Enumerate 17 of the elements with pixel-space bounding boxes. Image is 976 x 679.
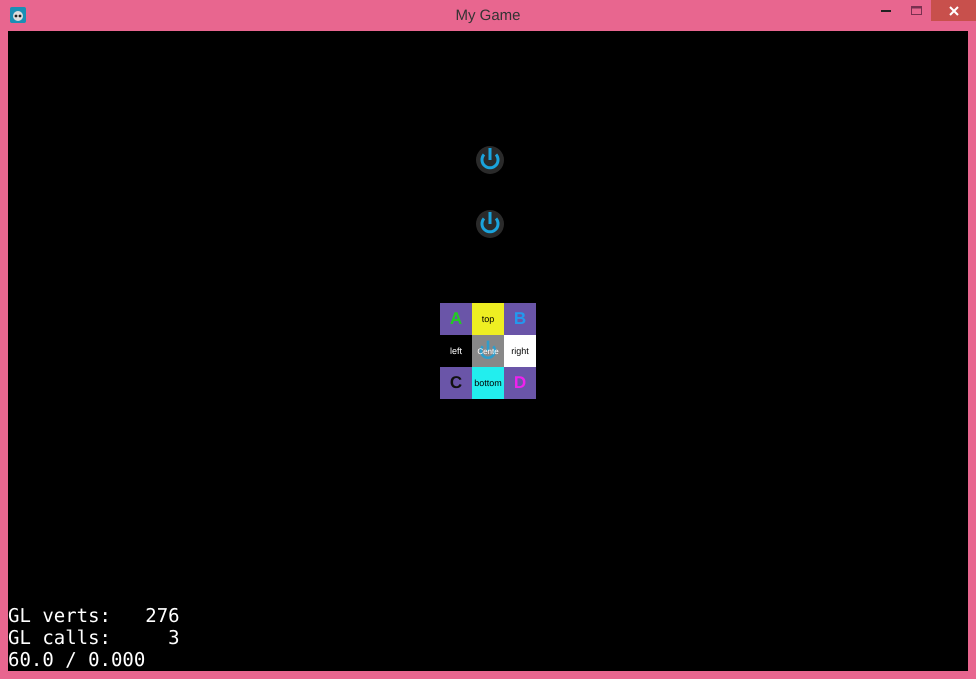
maximize-icon [910, 6, 922, 15]
letter-button[interactable]: A [440, 303, 472, 335]
window-title: My Game [454, 7, 522, 24]
power-button[interactable] [475, 209, 505, 239]
letter-button[interactable]: C [440, 367, 472, 399]
direction-button[interactable]: bottom [472, 367, 504, 399]
debug-stat: GL calls: 3 [8, 627, 180, 649]
power-button[interactable] [475, 145, 505, 175]
close-icon [948, 6, 958, 16]
direction-button[interactable]: top [472, 303, 504, 335]
letter-button[interactable]: B [504, 303, 536, 335]
debug-stat: 60.0 / 0.000 [8, 649, 146, 671]
direction-button[interactable]: right [504, 335, 536, 367]
minimize-icon [881, 10, 891, 12]
close-button[interactable] [931, 0, 976, 21]
debug-stat: GL verts: 276 [8, 605, 180, 627]
app-icon [10, 7, 26, 23]
